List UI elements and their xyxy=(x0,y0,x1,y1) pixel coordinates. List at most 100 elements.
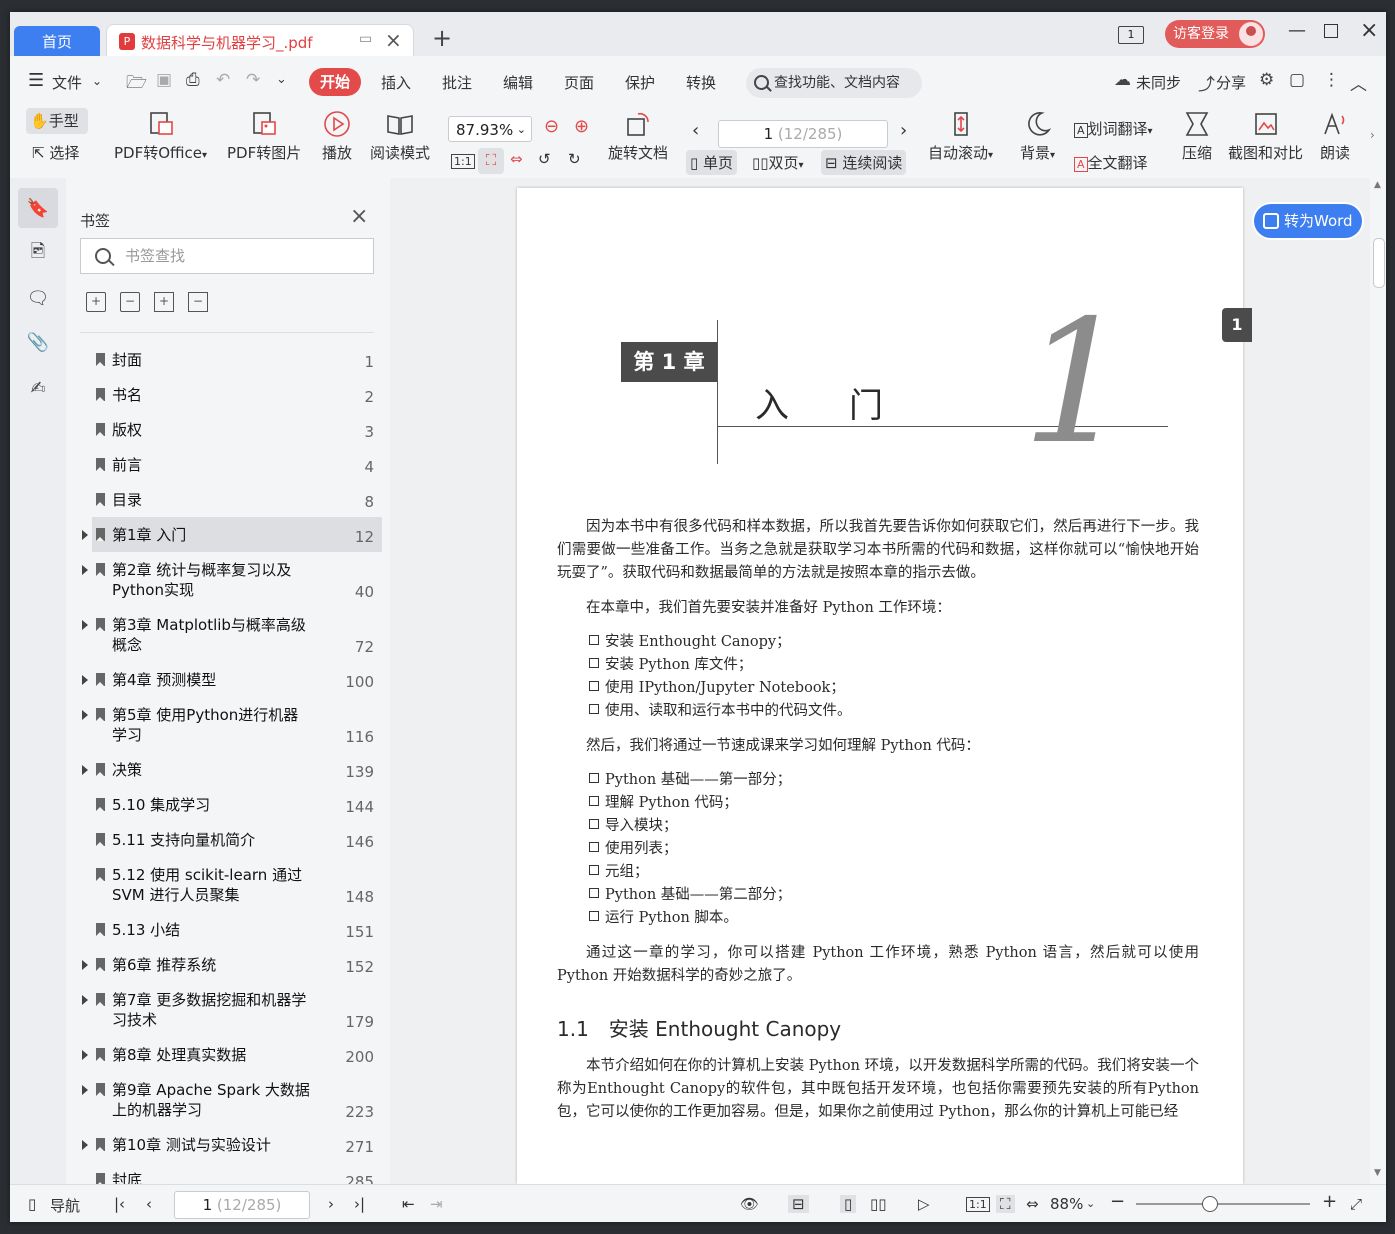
screenshot-compare-button[interactable]: 截图和对比 xyxy=(1228,110,1303,163)
status-page-input[interactable]: 1 (12/285) xyxy=(174,1191,310,1219)
bookmark-item[interactable]: 书名 2 xyxy=(92,377,382,412)
page-count-icon[interactable]: 1 xyxy=(1118,26,1144,44)
bookmark-item[interactable]: 第6章 推荐系统 152 xyxy=(82,947,382,982)
bookmark-item[interactable]: 第7章 更多数据挖掘和机器学习技术 179 xyxy=(82,982,382,1037)
fit-width-icon[interactable]: ⇔ xyxy=(1026,1195,1039,1213)
menu-tab-convert[interactable]: 转换 xyxy=(686,72,716,93)
zoom-in-icon[interactable]: + xyxy=(1322,1191,1337,1212)
bookmark-item[interactable]: 5.12 使用 scikit-learn 通过SVM 进行人员聚集 148 xyxy=(92,857,382,912)
back-icon[interactable]: ⇤ xyxy=(402,1195,415,1213)
expand-arrow-icon[interactable] xyxy=(82,1085,88,1095)
expand-arrow-icon[interactable] xyxy=(82,765,88,775)
bookmark-item[interactable]: 第2章 统计与概率复习以及Python实现 40 xyxy=(82,552,382,607)
zoom-slider[interactable] xyxy=(1136,1196,1310,1212)
scroll-up-icon[interactable]: ▲ xyxy=(1374,180,1381,190)
navigation-toggle[interactable]: 导航 xyxy=(50,1195,80,1216)
fit-width-icon[interactable]: ⇔ xyxy=(510,150,523,168)
single-page-button[interactable]: ▯ 单页 xyxy=(686,150,738,175)
zoom-select[interactable]: 87.93% ⌄ xyxy=(448,116,532,142)
add-bookmark-icon[interactable]: + xyxy=(154,292,174,312)
share-button[interactable]: 分享 xyxy=(1216,72,1246,93)
remove-bookmark-icon[interactable]: − xyxy=(188,292,208,312)
menu-tab-page[interactable]: 页面 xyxy=(564,72,594,93)
play-icon[interactable]: ▷ xyxy=(918,1195,930,1213)
expand-arrow-icon[interactable] xyxy=(82,530,88,540)
background-button[interactable]: 背景▾ xyxy=(1020,110,1055,163)
close-tab-icon[interactable]: × xyxy=(385,28,402,52)
bookmark-search-input[interactable]: 书签查找 xyxy=(80,238,374,274)
bookmark-item[interactable]: 目录 8 xyxy=(92,482,382,517)
pin-tab-icon[interactable]: ▭ xyxy=(359,31,372,47)
zoom-in-icon[interactable]: ⊕ xyxy=(574,116,589,137)
play-button[interactable]: 播放 xyxy=(322,110,352,163)
cloud-sync-icon[interactable]: ☁ xyxy=(1114,70,1131,90)
hamburger-icon[interactable]: ☰ xyxy=(28,70,44,91)
single-page-view-icon[interactable]: ▯ xyxy=(840,1195,857,1213)
expand-arrow-icon[interactable] xyxy=(82,565,88,575)
bookmark-item[interactable]: 版权 3 xyxy=(92,412,382,447)
login-button[interactable]: 访客登录 xyxy=(1165,20,1265,48)
pdf-to-image-button[interactable]: PDF转图片 xyxy=(227,110,301,163)
eye-protection-icon[interactable]: 👁 xyxy=(740,1195,759,1213)
bookmark-item[interactable]: 第10章 测试与实验设计 271 xyxy=(82,1127,382,1162)
scrollbar-thumb[interactable] xyxy=(1373,238,1385,288)
close-window-icon[interactable]: × xyxy=(1360,18,1378,43)
continuous-view-icon[interactable]: ⊟ xyxy=(788,1195,809,1213)
quick-access-more-icon[interactable]: ⌄ xyxy=(276,72,287,87)
bookmark-item[interactable]: 第8章 处理真实数据 200 xyxy=(82,1037,382,1072)
word-translate-button[interactable]: A 划词翻译▾ xyxy=(1074,118,1153,139)
bookmark-item[interactable]: 5.11 支持向量机简介 146 xyxy=(92,822,382,857)
rotate-document-button[interactable]: 旋转文档 xyxy=(608,110,668,163)
collapse-all-icon[interactable]: − xyxy=(120,292,140,312)
signature-panel-icon[interactable]: ✍ xyxy=(18,368,58,408)
bookmark-item[interactable]: 第4章 预测模型 100 xyxy=(82,662,382,697)
chevron-down-icon[interactable]: ⌄ xyxy=(1086,1197,1095,1210)
fullscreen-icon[interactable]: ⤢ xyxy=(1350,1195,1362,1213)
compress-button[interactable]: 压缩 xyxy=(1182,110,1212,163)
page-number-input[interactable]: 1 (12/285) xyxy=(718,120,888,148)
sync-status[interactable]: 未同步 xyxy=(1136,72,1181,93)
bookmark-item[interactable]: 前言 4 xyxy=(92,447,382,482)
open-folder-icon[interactable]: 🗁 xyxy=(126,70,147,99)
expand-arrow-icon[interactable] xyxy=(82,995,88,1005)
bookmark-item[interactable]: 封面 1 xyxy=(92,342,382,377)
fit-page-icon[interactable]: ⛶ xyxy=(996,1195,1015,1213)
zoom-out-icon[interactable]: − xyxy=(1110,1191,1125,1212)
bookmark-item[interactable]: 第5章 使用Python进行机器学习 116 xyxy=(82,697,382,752)
read-aloud-button[interactable]: 朗读 xyxy=(1320,110,1350,163)
prev-page-icon[interactable]: ‹ xyxy=(692,120,699,141)
read-mode-button[interactable]: 阅读模式 xyxy=(370,110,430,163)
close-panel-icon[interactable]: × xyxy=(350,204,368,229)
hand-tool-button[interactable]: ✋手型 xyxy=(26,108,88,134)
actual-size-icon[interactable]: 1:1 xyxy=(451,154,475,169)
page-number-tab[interactable]: 1 xyxy=(1222,308,1252,342)
thumbnail-panel-icon[interactable]: 🖻 xyxy=(18,234,58,274)
expand-arrow-icon[interactable] xyxy=(82,620,88,630)
prev-page-icon[interactable]: ‹ xyxy=(146,1195,152,1213)
bookmark-item[interactable]: 5.10 集成学习 144 xyxy=(92,787,382,822)
menu-file[interactable]: 文件 xyxy=(52,72,82,93)
forward-icon[interactable]: ⇥ xyxy=(430,1195,443,1213)
auto-scroll-button[interactable]: 自动滚动▾ xyxy=(928,110,993,163)
ribbon-scroll-right-icon[interactable]: › xyxy=(1370,128,1375,142)
vertical-scrollbar[interactable]: ▲ ▼ xyxy=(1370,178,1386,1184)
menu-tab-comment[interactable]: 批注 xyxy=(442,72,472,93)
more-options-icon[interactable]: ⋮ xyxy=(1323,70,1340,90)
convert-to-word-button[interactable]: 转为Word xyxy=(1254,204,1362,238)
minimize-icon[interactable]: — xyxy=(1288,20,1306,41)
print-icon[interactable]: ⎙ xyxy=(186,70,200,90)
expand-arrow-icon[interactable] xyxy=(82,710,88,720)
next-page-icon[interactable]: › xyxy=(328,1195,334,1213)
continuous-read-button[interactable]: ⊟ 连续阅读 xyxy=(821,150,907,175)
attachment-panel-icon[interactable]: 📎 xyxy=(18,322,58,362)
new-tab-button[interactable]: + xyxy=(432,26,452,50)
bookmark-item[interactable]: 第3章 Matplotlib与概率高级概念 72 xyxy=(82,607,382,662)
scroll-down-icon[interactable]: ▼ xyxy=(1374,1168,1381,1178)
maximize-icon[interactable] xyxy=(1324,22,1338,43)
bookmark-panel-icon[interactable]: 🔖 xyxy=(18,188,58,228)
feedback-icon[interactable]: ▢ xyxy=(1289,70,1305,90)
comment-panel-icon[interactable]: 🗨 xyxy=(18,278,58,318)
tab-document[interactable]: P 数据科学与机器学习_.pdf ▭ × xyxy=(106,24,414,59)
expand-arrow-icon[interactable] xyxy=(82,675,88,685)
rotate-left-icon[interactable]: ↺ xyxy=(538,150,551,168)
